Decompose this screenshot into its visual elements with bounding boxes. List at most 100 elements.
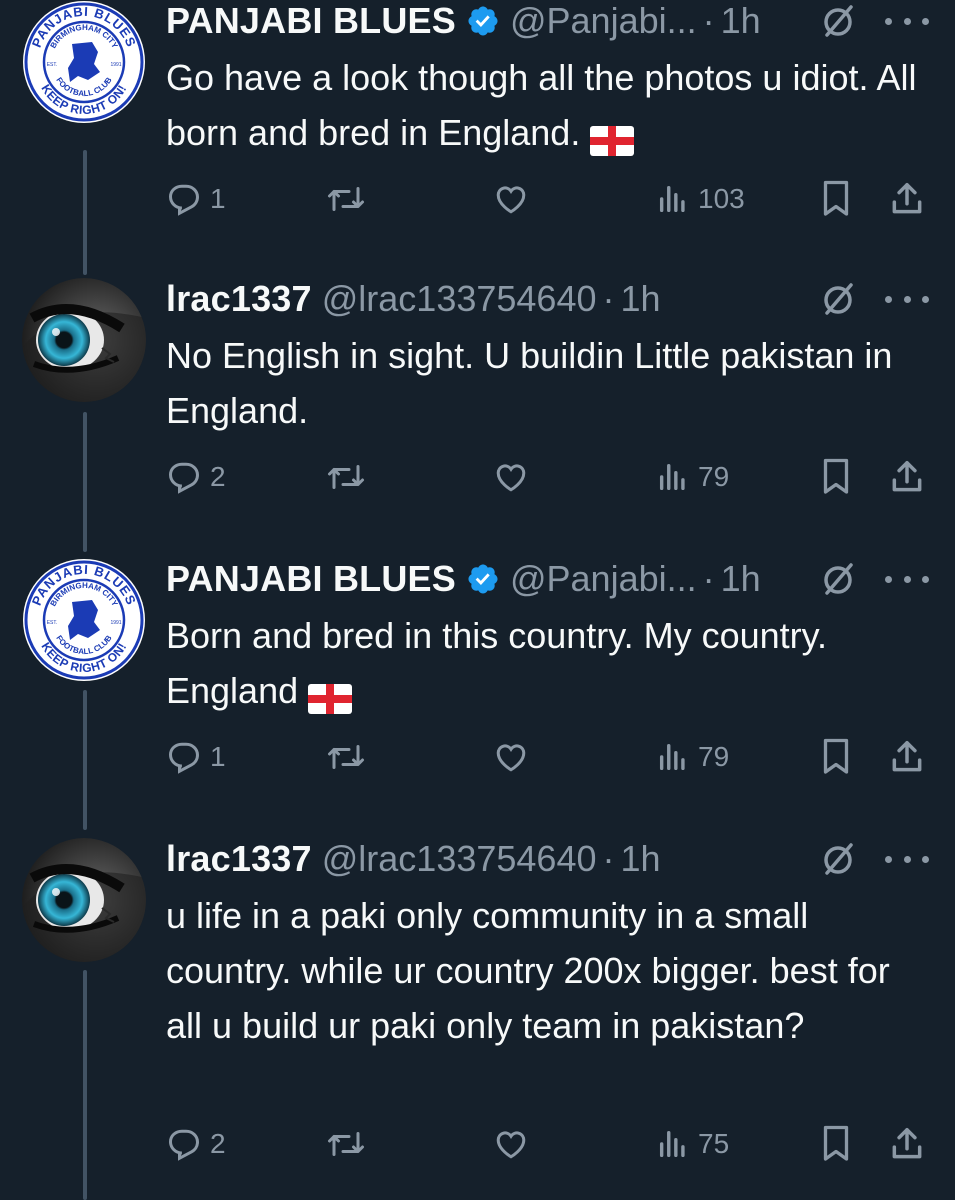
views-button[interactable]: 103 [656, 177, 745, 221]
author-name[interactable]: PANJABI BLUES [166, 0, 456, 42]
author-handle[interactable]: @lrac133754640 [322, 838, 597, 880]
share-icon [892, 741, 922, 772]
tweet[interactable]: PANJABI BLUES KEEP RIGHT ON! BIRMINGHAM … [0, 558, 955, 818]
views-count: 103 [698, 183, 745, 214]
tweet-text: Born and bred in this country. My countr… [166, 608, 926, 718]
timestamp[interactable]: 1h [621, 838, 661, 880]
reply-button[interactable]: 1 [166, 177, 226, 221]
bookmark-button[interactable] [818, 455, 854, 499]
reply-icon [168, 742, 200, 774]
reply-icon [168, 184, 200, 216]
retweet-icon [328, 1132, 364, 1156]
avatar[interactable]: PANJABI BLUES KEEP RIGHT ON! BIRMINGHAM … [22, 558, 146, 682]
bookmark-icon [823, 180, 849, 216]
heart-icon [496, 1131, 526, 1159]
reply-button[interactable]: 2 [166, 1122, 226, 1166]
timestamp[interactable]: 1h [721, 558, 761, 600]
heart-icon [496, 464, 526, 492]
avatar[interactable]: PANJABI BLUES KEEP RIGHT ON! BIRMINGHAM … [22, 0, 146, 124]
bookmark-icon [823, 1125, 849, 1161]
tweet-header: lrac1337 @lrac133754640 · 1h [166, 278, 955, 320]
more-options-icon[interactable] [885, 278, 929, 320]
england-flag-icon [308, 674, 353, 715]
tweet-actions: 1 103 [166, 177, 955, 221]
more-options-icon[interactable] [885, 0, 929, 42]
panjabi-blues-logo-icon: PANJABI BLUES KEEP RIGHT ON! BIRMINGHAM … [23, 559, 145, 681]
retweet-button[interactable] [326, 177, 366, 221]
reply-button[interactable]: 2 [166, 455, 226, 499]
like-button[interactable] [492, 455, 530, 499]
svg-text:1991: 1991 [110, 620, 121, 626]
author-handle[interactable]: @Panjabi... [510, 558, 697, 600]
tweet-text: u life in a paki only community in a sma… [166, 895, 890, 1046]
heart-icon [496, 186, 526, 214]
views-button[interactable]: 79 [656, 735, 729, 779]
views-count: 75 [698, 1128, 730, 1159]
share-button[interactable] [888, 1122, 926, 1166]
like-button[interactable] [492, 177, 530, 221]
views-button[interactable]: 75 [656, 1122, 729, 1166]
share-icon [892, 461, 922, 492]
views-icon [659, 463, 685, 491]
conversation-thread: PANJABI BLUES KEEP RIGHT ON! BIRMINGHAM … [0, 0, 955, 1200]
bookmark-button[interactable] [818, 735, 854, 779]
svg-text:1991: 1991 [110, 62, 121, 68]
views-button[interactable]: 79 [656, 455, 729, 499]
share-button[interactable] [888, 735, 926, 779]
bookmark-button[interactable] [818, 177, 854, 221]
tweet-text: Go have a look though all the photos u i… [166, 50, 926, 160]
grok-icon[interactable] [819, 560, 857, 598]
reply-count: 2 [210, 1128, 226, 1159]
svg-text:EST.: EST. [47, 62, 58, 68]
retweet-button[interactable] [326, 455, 366, 499]
author-handle[interactable]: @lrac133754640 [322, 278, 597, 320]
heart-icon [496, 744, 526, 772]
retweet-icon [328, 187, 364, 211]
svg-text:EST.: EST. [47, 620, 58, 626]
share-icon [892, 183, 922, 214]
tweet[interactable]: lrac1337 @lrac133754640 · 1h u life in a… [0, 838, 955, 1200]
retweet-icon [328, 465, 364, 489]
timestamp[interactable]: 1h [721, 0, 761, 42]
bookmark-icon [823, 458, 849, 494]
avatar[interactable] [22, 838, 146, 962]
author-name[interactable]: lrac1337 [166, 278, 312, 320]
tweet-header: PANJABI BLUES @Panjabi... · 1h [166, 0, 955, 42]
reply-button[interactable]: 1 [166, 735, 226, 779]
avatar[interactable] [22, 278, 146, 402]
retweet-button[interactable] [326, 735, 366, 779]
views-icon [659, 743, 685, 771]
reply-count: 1 [210, 183, 226, 214]
verified-badge-icon[interactable] [466, 4, 500, 38]
like-button[interactable] [492, 735, 530, 779]
verified-badge-icon[interactable] [466, 562, 500, 596]
grok-icon[interactable] [819, 2, 857, 40]
tweet-actions: 2 79 [166, 455, 955, 499]
share-icon [892, 1128, 922, 1159]
more-options-icon[interactable] [885, 838, 929, 880]
separator-dot: · [702, 0, 715, 41]
reply-icon [168, 462, 200, 494]
like-button[interactable] [492, 1122, 530, 1166]
england-flag-icon [590, 116, 635, 157]
retweet-button[interactable] [326, 1122, 366, 1166]
author-name[interactable]: PANJABI BLUES [166, 558, 456, 600]
grok-icon[interactable] [819, 840, 857, 878]
tweet[interactable]: PANJABI BLUES KEEP RIGHT ON! BIRMINGHAM … [0, 0, 955, 260]
bookmark-button[interactable] [818, 1122, 854, 1166]
tweet[interactable]: lrac1337 @lrac133754640 · 1h No English … [0, 278, 955, 538]
share-button[interactable] [888, 177, 926, 221]
separator-dot: · [702, 558, 715, 599]
timestamp[interactable]: 1h [621, 278, 661, 320]
more-options-icon[interactable] [885, 558, 929, 600]
views-icon [659, 185, 685, 213]
tweet-header: lrac1337 @lrac133754640 · 1h [166, 838, 955, 880]
share-button[interactable] [888, 455, 926, 499]
views-icon [659, 1130, 685, 1158]
blue-eye-avatar-icon [22, 838, 146, 962]
author-name[interactable]: lrac1337 [166, 838, 312, 880]
separator-dot: · [602, 278, 615, 319]
author-handle[interactable]: @Panjabi... [510, 0, 697, 42]
retweet-icon [328, 745, 364, 769]
grok-icon[interactable] [819, 280, 857, 318]
